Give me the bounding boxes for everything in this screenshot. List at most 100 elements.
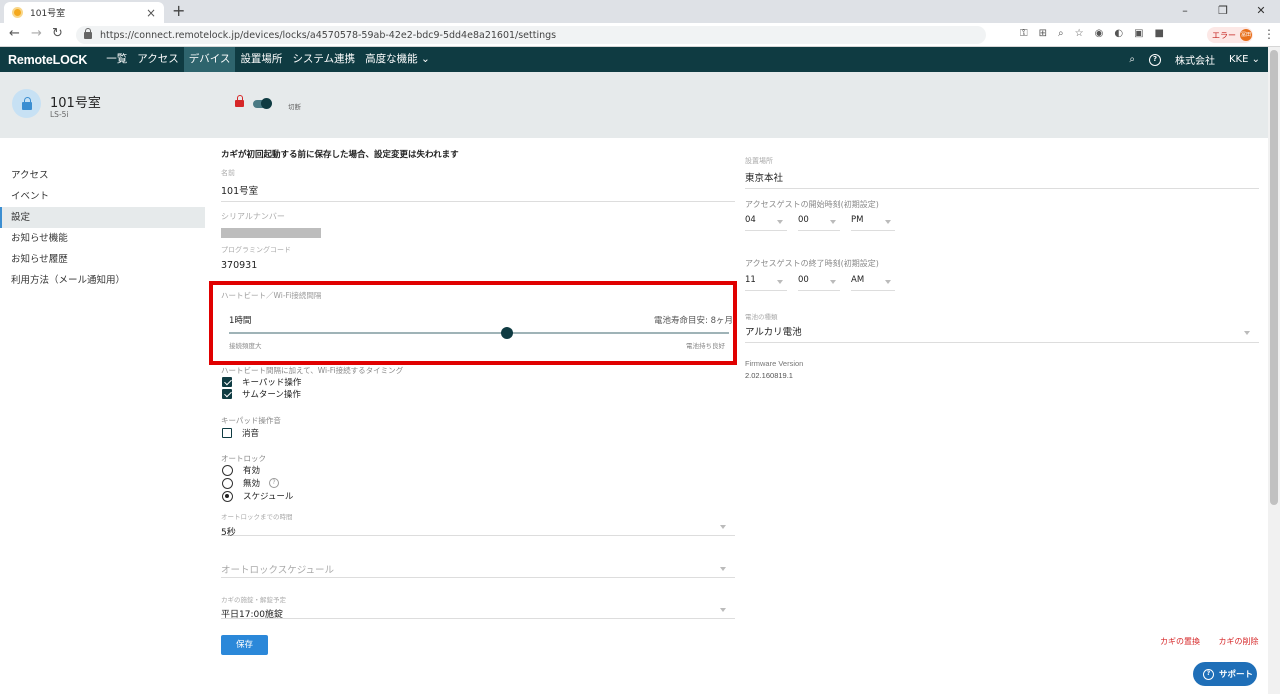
- search-icon[interactable]: ⌕: [1129, 54, 1135, 65]
- radio-icon[interactable]: [222, 477, 233, 489]
- chevron-down-icon: [885, 280, 891, 284]
- lock-toggle[interactable]: [253, 98, 272, 109]
- tab-title: 101号室: [30, 9, 66, 19]
- delete-lock-link[interactable]: カギの削除: [1219, 637, 1259, 646]
- thumbturn-checkbox[interactable]: サムターン操作: [222, 388, 301, 400]
- nav-advanced[interactable]: 高度な機能 ⌄: [360, 47, 435, 72]
- browser-menu-icon[interactable]: ⋮: [1263, 27, 1275, 41]
- scrollbar-thumb[interactable]: [1270, 50, 1278, 505]
- minimize-icon[interactable]: –: [1166, 0, 1204, 23]
- user-menu[interactable]: KKE ⌄: [1229, 54, 1260, 65]
- forward-icon[interactable]: →: [31, 26, 42, 41]
- nav-integrations[interactable]: システム連携: [287, 47, 360, 72]
- save-button[interactable]: 保存: [221, 635, 268, 655]
- key-icon[interactable]: ⚿: [1020, 28, 1028, 39]
- location-field[interactable]: 設置場所 東京本社: [745, 156, 1259, 189]
- sidebar-item-notifications[interactable]: お知らせ機能: [0, 228, 205, 249]
- heartbeat-title: ハートビート／Wi-Fi接続間隔: [221, 291, 322, 300]
- name-field[interactable]: 名前 101号室: [221, 168, 735, 202]
- extension-icon[interactable]: ◐: [1114, 28, 1123, 39]
- profile-error-button[interactable]: エラー 冨田: [1207, 27, 1253, 43]
- url-input[interactable]: https://connect.remotelock.jp/devices/lo…: [76, 26, 986, 44]
- extension-icon[interactable]: ■: [1155, 28, 1164, 39]
- navbar-right: ⌕ ? 株式会社 KKE ⌄: [1129, 47, 1260, 72]
- nav-locations[interactable]: 設置場所: [235, 47, 287, 72]
- reload-icon[interactable]: ↻: [52, 26, 63, 41]
- programming-code-value: 370931: [221, 260, 258, 271]
- autolock-time-select[interactable]: オートロックまでの時間 5秒: [221, 511, 735, 538]
- sidebar-item-settings[interactable]: 設定: [0, 207, 205, 228]
- extension-icon[interactable]: ▣: [1134, 28, 1143, 39]
- chevron-down-icon: [830, 220, 836, 224]
- lock-schedule-select[interactable]: カギの施錠・解錠予定 平日17:00施錠: [221, 594, 735, 620]
- battery-estimate: 電池寿命目安: 8ヶ月: [654, 316, 733, 326]
- new-tab-icon[interactable]: +: [172, 1, 185, 20]
- restore-icon[interactable]: ❐: [1204, 0, 1242, 23]
- autolock-schedule-radio[interactable]: スケジュール: [222, 490, 293, 502]
- page-scrollbar[interactable]: [1268, 47, 1280, 694]
- guest-start-label: アクセスゲストの開始時刻(初期設定): [745, 200, 879, 209]
- avatar: 冨田: [1240, 29, 1252, 41]
- nav-devices[interactable]: デバイス: [183, 47, 236, 72]
- sidebar-item-usage[interactable]: 利用方法（メール通知用）: [0, 270, 205, 291]
- name-input[interactable]: 101号室: [221, 183, 735, 197]
- heartbeat-slider[interactable]: [229, 327, 729, 339]
- guest-start-minute-select[interactable]: 00: [798, 215, 840, 231]
- back-icon[interactable]: ←: [9, 26, 20, 41]
- extension-icon[interactable]: ◉: [1095, 28, 1104, 39]
- checkbox-icon[interactable]: [222, 377, 232, 387]
- logo[interactable]: RemoteLOCK: [0, 53, 87, 67]
- guest-start-hour-select[interactable]: 04: [745, 215, 787, 231]
- autolock-enabled-radio[interactable]: 有効: [222, 464, 260, 476]
- chevron-down-icon: [720, 608, 726, 612]
- window-controls: – ❐ ✕: [1166, 0, 1280, 23]
- guest-end-label: アクセスゲストの終了時刻(初期設定): [745, 259, 879, 268]
- replace-lock-link[interactable]: カギの置換: [1160, 637, 1200, 646]
- chevron-down-icon: [777, 220, 783, 224]
- battery-type-select[interactable]: 電池の種類 アルカリ電池: [745, 311, 1259, 343]
- slider-max-label: 電池持ち良好: [686, 342, 725, 350]
- autolock-label: オートロック: [221, 454, 266, 463]
- keypad-sound-label: キーパッド操作音: [221, 416, 281, 425]
- extension-icons: ⚿ ⊞ ⌕ ☆ ◉ ◐ ▣ ■: [1020, 28, 1164, 39]
- checkbox-icon[interactable]: [222, 428, 232, 438]
- support-button[interactable]: ? サポート: [1193, 662, 1257, 686]
- autolock-disabled-radio[interactable]: 無効 ?: [222, 477, 280, 489]
- browser-tab-bar: 101号室 × + – ❐ ✕: [0, 0, 1280, 23]
- unlocked-icon: [235, 95, 244, 107]
- checkbox-icon[interactable]: [222, 389, 232, 399]
- mute-checkbox[interactable]: 消音: [222, 427, 259, 439]
- device-model: LS-5i: [50, 110, 69, 119]
- settings-sidebar: アクセス イベント 設定 お知らせ機能 お知らせ履歴 利用方法（メール通知用）: [0, 165, 205, 291]
- nav-access[interactable]: アクセス: [132, 47, 183, 72]
- guest-end-minute-select[interactable]: 00: [798, 275, 840, 291]
- help-icon[interactable]: ?: [269, 478, 280, 488]
- translate-icon[interactable]: ⊞: [1039, 28, 1047, 39]
- browser-tab[interactable]: 101号室 ×: [4, 2, 164, 23]
- radio-icon[interactable]: [222, 464, 233, 476]
- company-name[interactable]: 株式会社: [1175, 52, 1215, 67]
- radio-icon[interactable]: [222, 490, 233, 502]
- sidebar-item-access[interactable]: アクセス: [0, 165, 205, 186]
- heartbeat-value: 1時間: [229, 316, 252, 326]
- close-window-icon[interactable]: ✕: [1242, 0, 1280, 23]
- firmware-info: Firmware Version 2.02.160819.1: [745, 359, 804, 380]
- close-tab-icon[interactable]: ×: [146, 6, 156, 20]
- nav-list[interactable]: 一覧: [101, 47, 132, 72]
- sidebar-item-notification-history[interactable]: お知らせ履歴: [0, 249, 205, 270]
- help-icon[interactable]: ?: [1149, 53, 1161, 66]
- guest-end-hour-select[interactable]: 11: [745, 275, 787, 291]
- slider-handle[interactable]: [500, 327, 513, 339]
- keypad-checkbox[interactable]: キーパッド操作: [222, 376, 301, 388]
- autolock-schedule-select[interactable]: オートロックスケジュール: [221, 562, 735, 578]
- serial-redacted: [221, 228, 321, 238]
- guest-start-ampm-select[interactable]: PM: [851, 215, 895, 231]
- favicon-icon: [12, 7, 23, 18]
- chevron-down-icon: [720, 525, 726, 529]
- chevron-down-icon: [830, 280, 836, 284]
- device-name: 101号室: [50, 96, 101, 111]
- sidebar-item-events[interactable]: イベント: [0, 186, 205, 207]
- star-icon[interactable]: ☆: [1075, 28, 1084, 39]
- zoom-icon[interactable]: ⌕: [1058, 28, 1064, 39]
- guest-end-ampm-select[interactable]: AM: [851, 275, 895, 291]
